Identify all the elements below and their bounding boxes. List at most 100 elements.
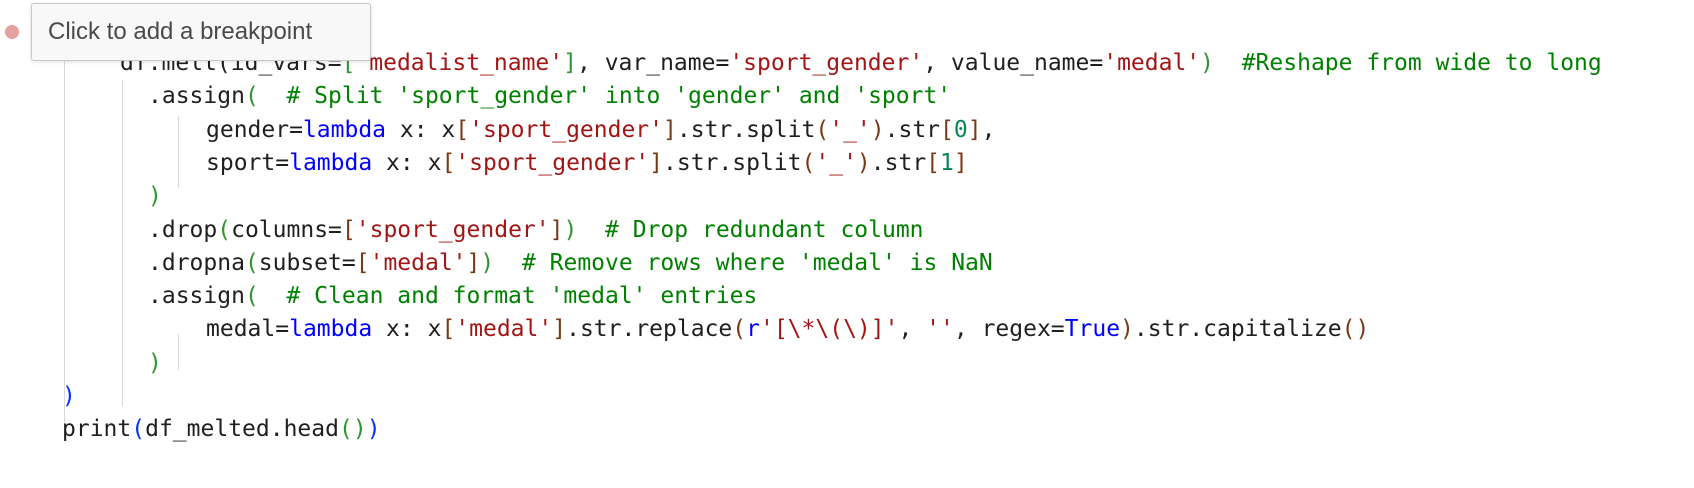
code-token: ) — [366, 416, 381, 443]
code-token: .dropna — [148, 249, 245, 276]
code-token: .str.capitalize — [1133, 316, 1342, 343]
code-text: gender=lambda x: x['sport_gender'].str.s… — [206, 112, 995, 148]
code-token: [ — [926, 149, 941, 176]
code-token: r — [746, 316, 760, 343]
code-token: ) — [870, 116, 885, 143]
code-token: ] — [953, 149, 968, 176]
code-token: '_' — [815, 149, 857, 176]
code-token: ) — [1120, 316, 1134, 343]
code-token: gender= — [206, 116, 303, 143]
code-token: '[\*\(\)]' — [759, 316, 899, 343]
code-line[interactable]: print(df_melted.head()) — [0, 411, 1694, 447]
code-line[interactable]: sport=lambda x: x['sport_gender'].str.sp… — [0, 145, 1694, 181]
code-token: 0 — [953, 116, 968, 143]
code-text: print(df_melted.head()) — [62, 411, 381, 447]
code-line[interactable]: gender=lambda x: x['sport_gender'].str.s… — [0, 112, 1694, 148]
code-token: .str.replace — [566, 316, 733, 343]
code-token: , regex= — [953, 316, 1065, 343]
code-token: 1 — [940, 149, 954, 176]
code-token: lambda — [289, 149, 373, 176]
code-token: print — [62, 416, 132, 443]
code-token: ( — [815, 116, 830, 143]
code-token: 'medal' — [1103, 50, 1201, 76]
code-token: 'medal' — [369, 249, 467, 276]
code-token: #Reshape from wide to long — [1214, 50, 1602, 76]
code-token: .assign — [148, 83, 245, 110]
code-token: () — [1341, 316, 1370, 343]
code-token: # Split 'sport_gender' into 'gender' and… — [258, 83, 952, 110]
code-line[interactable]: .dropna(subset=['medal']) # Remove rows … — [0, 245, 1694, 281]
code-token: medal= — [206, 316, 290, 343]
code-line[interactable]: medal=lambda x: x['medal'].str.replace(r… — [0, 311, 1694, 347]
code-text: .assign( # Split 'sport_gender' into 'ge… — [148, 78, 951, 114]
code-token: ] — [967, 116, 982, 143]
code-token: [ — [455, 116, 470, 143]
code-token: , var_name= — [577, 50, 730, 76]
code-token: df_melted.head — [145, 416, 339, 443]
code-token: ) — [62, 383, 76, 409]
code-token: ] — [649, 149, 664, 176]
code-token: True — [1064, 316, 1121, 343]
code-token: ( — [131, 416, 146, 443]
code-token: .drop — [148, 216, 218, 243]
code-token: x: x — [372, 316, 442, 343]
code-token: [ — [355, 249, 370, 276]
code-token: ) — [1200, 50, 1215, 76]
breakpoint-tooltip: Click to add a breakpoint — [31, 3, 371, 61]
code-token: lambda — [289, 316, 373, 343]
code-token: '' — [926, 316, 954, 343]
code-text: .assign( # Clean and format 'medal' entr… — [148, 278, 757, 314]
code-text: sport=lambda x: x['sport_gender'].str.sp… — [206, 145, 968, 181]
code-token: , value_name= — [923, 50, 1104, 76]
code-line[interactable]: .drop(columns=['sport_gender']) # Drop r… — [0, 212, 1694, 248]
code-token: columns= — [231, 216, 342, 243]
code-token: ( — [244, 83, 259, 110]
code-token: ) — [563, 216, 578, 243]
code-token: ) — [480, 249, 495, 276]
code-token: # Drop redundant column — [577, 216, 924, 243]
code-token: , — [981, 116, 996, 143]
tooltip-text: Click to add a breakpoint — [48, 18, 313, 45]
code-line[interactable]: .assign( # Clean and format 'medal' entr… — [0, 278, 1694, 314]
code-token: # Remove rows where 'medal' is NaN — [494, 249, 993, 276]
code-token: ] — [466, 249, 481, 276]
breakpoint-indicator-icon[interactable] — [5, 25, 19, 39]
code-token: [ — [441, 316, 456, 343]
code-token: 'sport_gender' — [469, 116, 664, 143]
code-token: 'medal' — [455, 316, 553, 343]
code-text: medal=lambda x: x['medal'].str.replace(r… — [206, 311, 1369, 347]
code-text: ) — [148, 178, 162, 214]
code-editor[interactable]: df.melt(id_vars=['medalist_name'], var_n… — [0, 0, 1694, 488]
code-token: () — [338, 416, 367, 443]
code-token: ] — [563, 50, 577, 76]
code-text: .drop(columns=['sport_gender']) # Drop r… — [148, 212, 924, 248]
code-token: [ — [940, 116, 954, 143]
code-token: ( — [801, 149, 816, 176]
code-token: x: x — [386, 116, 456, 143]
code-token: .assign — [148, 283, 245, 310]
code-token: , — [898, 316, 927, 343]
code-token: 'sport_gender' — [355, 216, 550, 243]
code-token: [ — [341, 216, 356, 243]
code-token: .str — [884, 116, 941, 143]
code-token: sport= — [206, 149, 290, 176]
code-line[interactable]: ) — [0, 178, 1694, 214]
code-token: subset= — [258, 249, 356, 276]
code-token: ] — [663, 116, 677, 143]
code-token: ] — [549, 216, 564, 243]
code-line[interactable]: ) — [0, 345, 1694, 381]
code-text: ) — [148, 345, 162, 381]
code-line[interactable]: .assign( # Split 'sport_gender' into 'ge… — [0, 78, 1694, 114]
code-token: ) — [856, 149, 871, 176]
code-token: lambda — [302, 116, 387, 143]
code-token: x: x — [372, 149, 442, 176]
code-token: ] — [552, 316, 567, 343]
code-token: ) — [148, 183, 162, 210]
code-token: .str — [870, 149, 927, 176]
code-token: ( — [244, 283, 259, 310]
code-token: ) — [148, 349, 162, 376]
code-token: 'sport_gender' — [455, 149, 650, 176]
code-token: ( — [244, 249, 259, 276]
code-text: .dropna(subset=['medal']) # Remove rows … — [148, 245, 993, 281]
code-line[interactable]: ) — [0, 378, 1694, 414]
